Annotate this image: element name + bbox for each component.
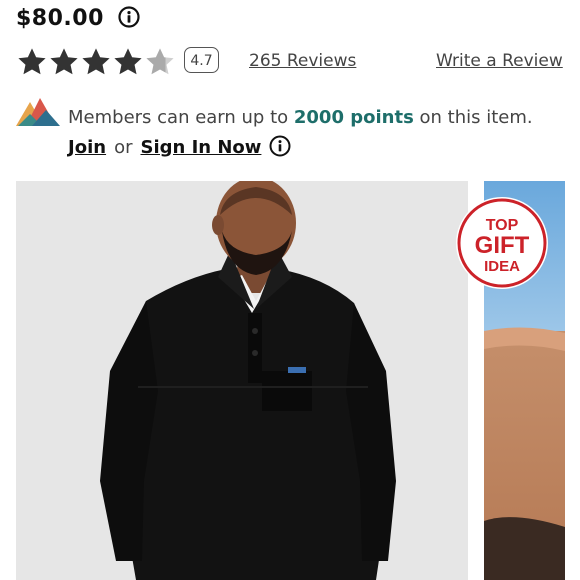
product-image[interactable] [16, 181, 468, 580]
star-icon [114, 48, 142, 75]
rating-value: 4.7 [184, 47, 219, 73]
badge-line-idea: IDEA [484, 258, 520, 275]
star-icon [82, 48, 110, 75]
star-icon-empty [146, 48, 174, 75]
top-gift-idea-badge: TOP GIFT IDEA [455, 196, 549, 290]
badge-line-gift: GIFT [475, 232, 530, 259]
or-text: or [114, 136, 133, 158]
join-link[interactable]: Join [68, 137, 106, 158]
sign-in-link[interactable]: Sign In Now [140, 137, 261, 158]
star-rating[interactable] [16, 45, 176, 79]
reviews-link[interactable]: 265 Reviews [249, 51, 356, 71]
rewards-text-before: Members can earn up to [68, 107, 294, 128]
info-icon[interactable] [269, 135, 291, 159]
info-icon[interactable] [112, 6, 140, 31]
price: $80.00 [16, 6, 104, 31]
star-icon [50, 48, 78, 75]
product-photo [16, 181, 468, 580]
rewards-actions: Join or Sign In Now [68, 135, 291, 159]
rewards-message: Members can earn up to 2000 points on th… [68, 107, 533, 128]
mountains-logo-icon [16, 98, 60, 126]
write-review-link[interactable]: Write a Review [436, 51, 563, 71]
rewards-text-after: on this item. [413, 107, 533, 128]
rewards-points: 2000 points [293, 107, 414, 128]
star-icon [18, 48, 46, 75]
price-row: $80.00 [16, 6, 140, 31]
